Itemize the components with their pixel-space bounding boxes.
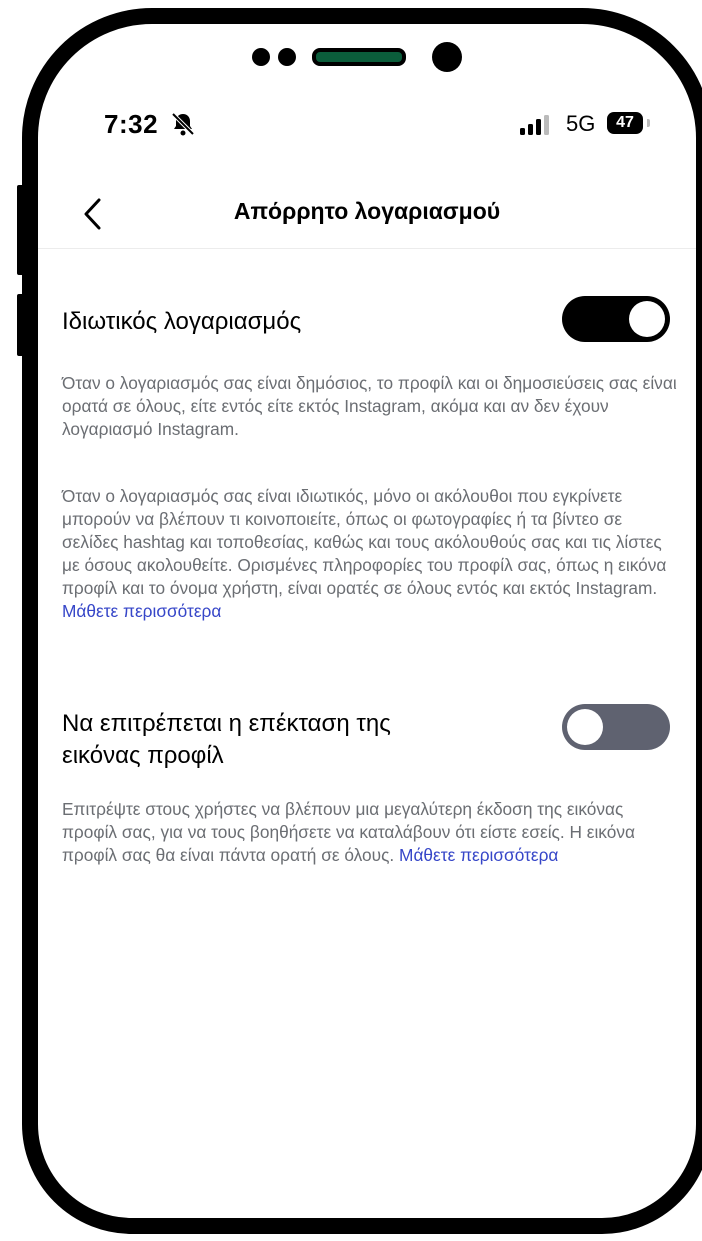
bell-muted-icon — [171, 112, 195, 136]
private-account-description: Όταν ο λογαριασμός σας είναι ιδιωτικός, … — [62, 485, 682, 623]
learn-more-link[interactable]: Μάθετε περισσότερα — [62, 601, 221, 621]
private-account-toggle[interactable] — [562, 296, 670, 342]
expand-profile-photo-label: Να επιτρέπεται η επέκταση της εικόνας πρ… — [62, 708, 492, 772]
sensor-dot — [278, 48, 296, 66]
dynamic-island — [38, 42, 696, 92]
camera-dot — [432, 42, 462, 72]
status-bar: 7:32 5G 47 — [38, 109, 696, 149]
expand-profile-photo-toggle[interactable] — [562, 704, 670, 750]
sensor-dot — [252, 48, 270, 66]
status-time: 7:32 — [104, 109, 159, 139]
label-line-1: Να επιτρέπεται η επέκταση της — [62, 710, 391, 737]
toggle-knob — [629, 301, 665, 337]
page-title: Απόρρητο λογαριασμού — [233, 198, 501, 224]
learn-more-link[interactable]: Μάθετε περισσότερα — [399, 845, 558, 865]
toggle-knob — [567, 709, 603, 745]
earpiece-speaker — [312, 48, 406, 66]
label-line-2: εικόνας προφίλ — [62, 742, 224, 769]
phone-frame: 7:32 5G 47 Απόρρητο λογαριασμού Ιδιωτικό… — [22, 8, 702, 1234]
battery-level: 47 — [616, 114, 634, 131]
battery-tip — [647, 119, 650, 127]
network-type: 5G — [566, 111, 596, 136]
battery-icon: 47 — [607, 112, 643, 134]
public-account-description: Όταν ο λογαριασμός σας είναι δημόσιος, τ… — [62, 372, 682, 441]
expand-profile-photo-description: Επιτρέψτε στους χρήστες να βλέπουν μια μ… — [62, 798, 682, 867]
description-text: Όταν ο λογαριασμός σας είναι ιδιωτικός, … — [62, 486, 667, 598]
private-account-label: Ιδιωτικός λογαριασμός — [62, 308, 302, 335]
nav-header: Απόρρητο λογαριασμού — [38, 188, 696, 249]
description-text: Όταν ο λογαριασμός σας είναι δημόσιος, τ… — [62, 373, 677, 439]
signal-bars-icon — [520, 115, 549, 135]
